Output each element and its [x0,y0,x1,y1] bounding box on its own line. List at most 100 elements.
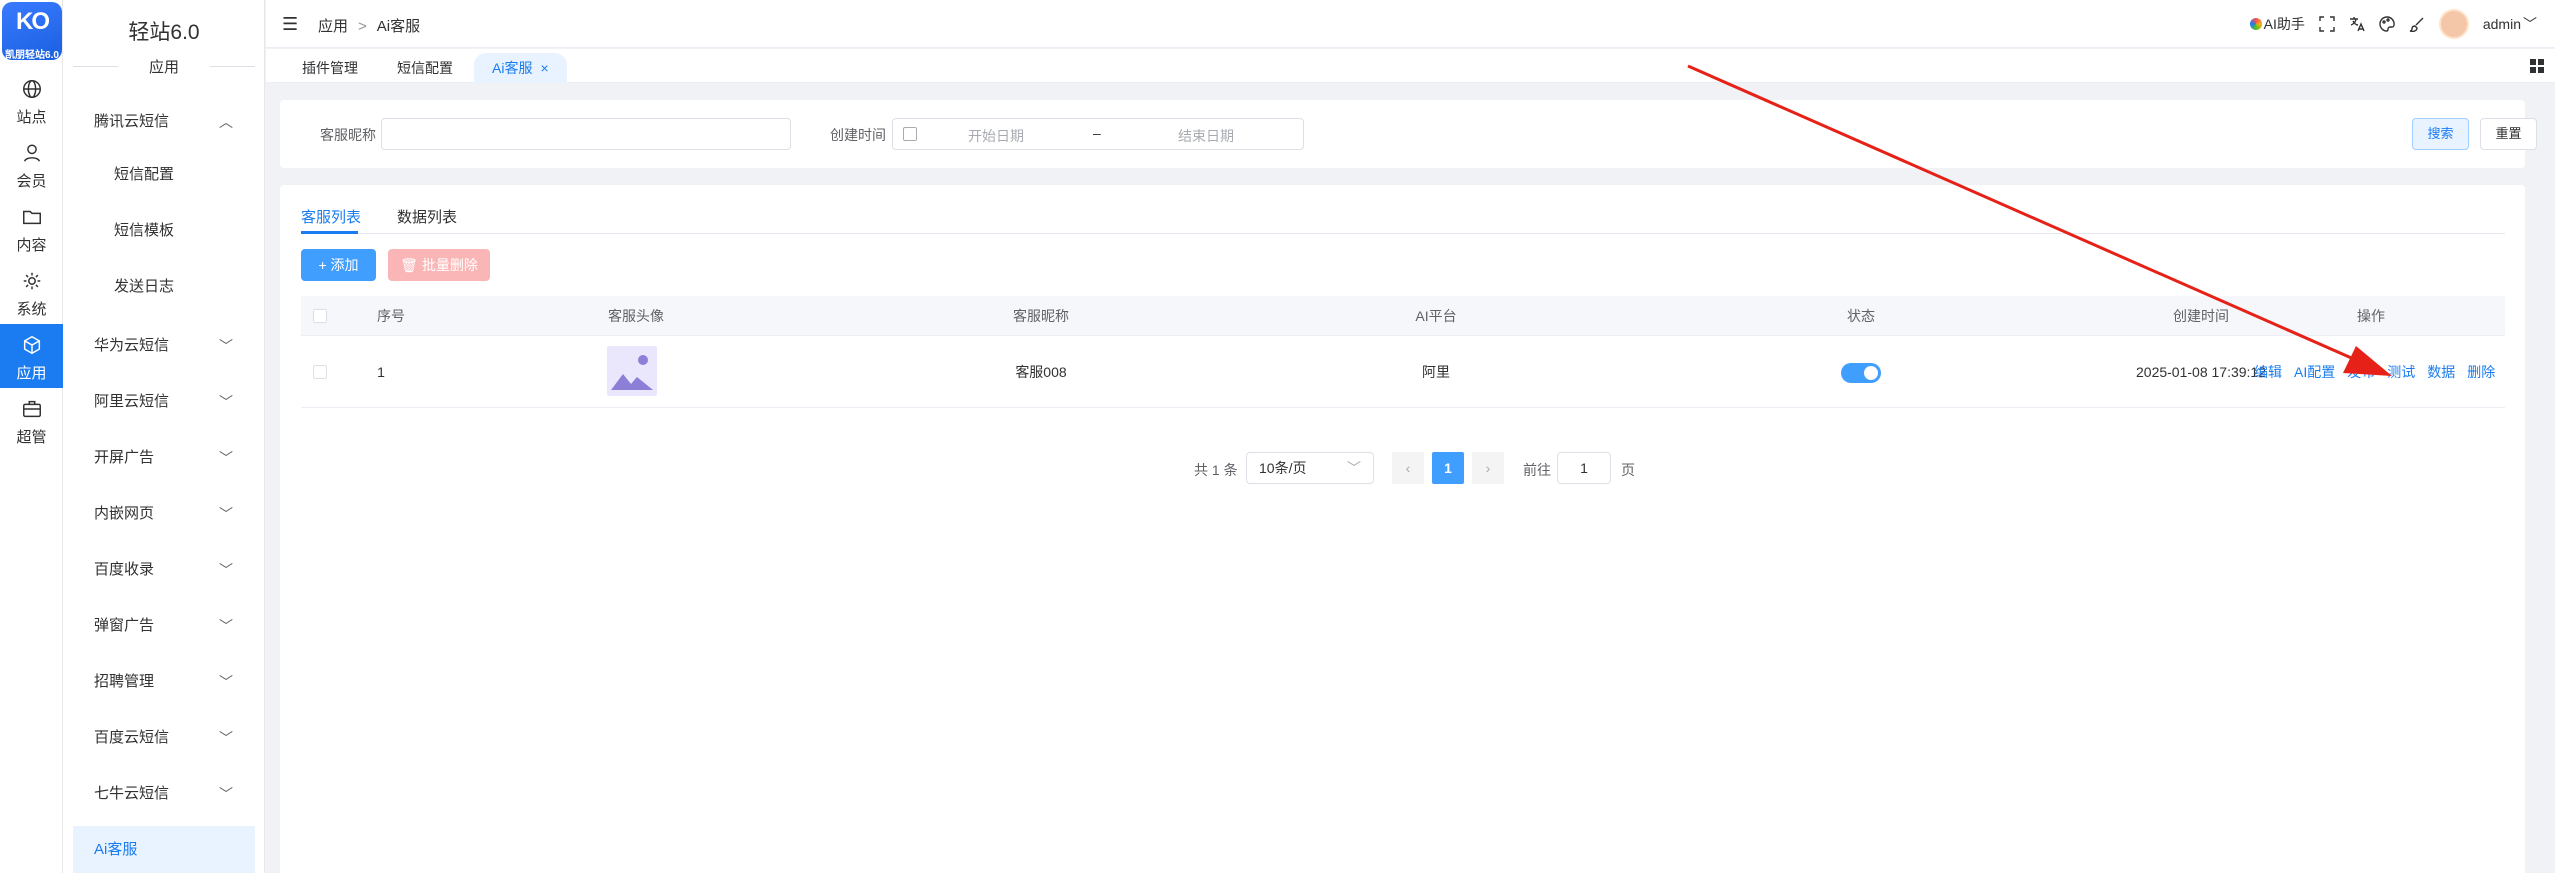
sidebar-item-embedded-web[interactable]: 内嵌网页 ﹀ [63,494,265,534]
sidebar-item-qiniu-sms[interactable]: 七牛云短信 ﹀ [63,774,265,814]
sidebar-item-recruitment[interactable]: 招聘管理 ﹀ [63,662,265,702]
header-tools: AI助手 admin ﹀ [2249,9,2537,39]
tab-label: 插件管理 [302,60,358,76]
row-index: 1 [377,364,385,380]
menu-label: 七牛云短信 [94,785,170,802]
rail-item-apps[interactable]: 应用 [0,324,63,388]
date-range-picker[interactable]: 开始日期 – 结束日期 [892,118,1304,150]
nickname-input[interactable] [381,118,791,150]
column-header: 操作 [2357,308,2385,324]
tab-service-list[interactable]: 客服列表 [301,206,361,227]
reset-button[interactable]: 重置 [2480,118,2537,150]
ai-assistant-label: AI助手 [2263,16,2305,32]
menu-toggle-icon[interactable]: ☰ [282,14,298,35]
rail-label: 系统 [16,301,47,318]
row-nickname: 客服008 [1015,364,1067,380]
menu-label: 短信配置 [114,166,175,183]
column-header: 创建时间 [2173,308,2229,324]
sidebar-item-popup-ad[interactable]: 弹窗广告 ﹀ [63,606,265,646]
publish-link[interactable]: 发布 [2347,364,2375,380]
sidebar-item-aliyun-sms[interactable]: 阿里云短信 ﹀ [63,382,265,422]
sidebar-item-baidu-sms[interactable]: 百度云短信 ﹀ [63,718,265,758]
breadcrumb: 应用 > Ai客服 [318,15,420,36]
tab-ai-service[interactable]: Ai客服 × [474,53,567,83]
breadcrumb-item[interactable]: 应用 [318,18,348,35]
logo-text: 凯朋轻站6.0 [5,50,59,61]
app-sidebar: 轻站6.0 应用 腾讯云短信 ︿ 短信配置 短信模板 发送日志 华为云短信 ﹀ 阿里… [63,0,265,873]
test-link[interactable]: 测试 [2387,364,2415,380]
status-toggle[interactable] [1841,363,1881,384]
sidebar-item-splash-ad[interactable]: 开屏广告 ﹀ [63,438,265,478]
add-button[interactable]: + 添加 [301,249,376,281]
chevron-down-icon: ﹀ [219,730,233,746]
folder-icon [22,210,41,225]
user-icon [23,144,40,162]
sidebar-item-tencent-sms[interactable]: 腾讯云短信 ︿ [63,102,265,142]
brush-icon[interactable] [2409,16,2425,32]
tab-divider [301,233,2505,234]
avatar-thumbnail[interactable] [607,336,657,408]
menu-label: 华为云短信 [94,337,170,354]
data-link[interactable]: 数据 [2427,364,2455,380]
sidebar-item-sms-template[interactable]: 短信模板 [63,211,265,251]
edit-link[interactable]: 编辑 [2254,364,2282,380]
rail-label: 内容 [16,237,47,254]
sidebar-item-ai-service[interactable]: Ai客服 [73,826,255,873]
goto-page-input[interactable]: 1 [1557,452,1611,484]
column-header: 客服头像 [608,308,664,324]
rail-item-superadmin[interactable]: 超管 [0,388,63,452]
icon-rail: KO 凯朋轻站6.0 站点 会员 内容 系统 应用 超管 [0,0,63,873]
fullscreen-icon[interactable] [2319,16,2335,32]
user-menu[interactable]: admin ﹀ [2483,14,2537,34]
select-all-checkbox[interactable] [313,309,327,323]
delete-link[interactable]: 删除 [2467,364,2495,380]
app-logo[interactable]: KO 凯朋轻站6.0 [2,2,62,61]
row-status [1801,336,1921,408]
close-icon[interactable]: × [540,60,548,76]
ai-assistant-button[interactable]: AI助手 [2249,14,2305,34]
rail-item-content[interactable]: 内容 [0,196,63,260]
rail-label: 会员 [16,173,47,190]
grid-menu-icon[interactable] [2529,58,2545,74]
goto-label: 前往 [1523,462,1551,478]
rail-item-site[interactable]: 站点 [0,68,63,132]
sidebar-item-baidu-index[interactable]: 百度收录 ﹀ [63,550,265,590]
column-header: 状态 [1847,308,1875,324]
chevron-down-icon: ﹀ [219,562,233,578]
tab-data-list[interactable]: 数据列表 [397,206,457,227]
briefcase-icon [22,400,41,418]
tab-plugin-management[interactable]: 插件管理 [284,53,376,83]
palette-icon[interactable] [2379,16,2395,32]
page-size-select[interactable]: 10条/页 ﹀ [1246,452,1374,484]
sidebar-item-sms-config[interactable]: 短信配置 [63,155,265,195]
logo-mark: KO [16,8,50,35]
menu-label: 短信模板 [114,222,175,239]
chevron-down-icon: ﹀ [219,506,233,522]
trash-icon: 🗑 [400,257,418,273]
menu-label: 内嵌网页 [94,505,155,522]
cube-icon [23,335,40,355]
bulk-delete-label: 批量删除 [421,257,478,273]
image-placeholder-icon [607,346,657,396]
page-number-button[interactable]: 1 [1432,452,1464,484]
prev-page-button[interactable]: ‹ [1392,452,1424,484]
rail-item-system[interactable]: 系统 [0,260,63,324]
chevron-down-icon: ﹀ [219,450,233,466]
menu-label: 百度收录 [94,561,155,578]
search-button[interactable]: 搜索 [2412,118,2469,150]
page-size-value: 10条/页 [1259,460,1307,476]
next-page-button[interactable]: › [1472,452,1504,484]
bulk-delete-button[interactable]: 🗑 批量删除 [388,249,490,281]
sidebar-title: 轻站6.0 [128,21,200,44]
sidebar-item-huawei-sms[interactable]: 华为云短信 ﹀ [63,326,265,366]
rail-item-member[interactable]: 会员 [0,132,63,196]
row-checkbox[interactable] [313,365,327,379]
translate-icon[interactable] [2349,16,2365,32]
ai-config-link[interactable]: AI配置 [2294,364,2335,380]
row-platform-link[interactable]: 阿里 [1361,336,1511,408]
end-date-placeholder: 结束日期 [1178,128,1234,144]
sidebar-item-send-log[interactable]: 发送日志 [63,267,265,307]
rail-label: 应用 [16,365,47,382]
tab-sms-config[interactable]: 短信配置 [379,53,471,83]
user-avatar[interactable] [2438,9,2469,39]
